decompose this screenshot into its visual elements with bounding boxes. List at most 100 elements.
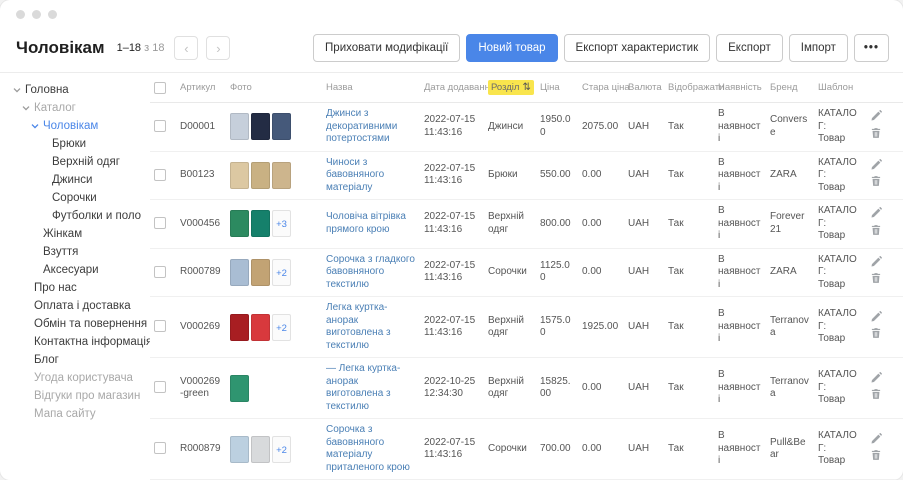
export-button[interactable]: Експорт <box>716 34 783 62</box>
product-name-link[interactable]: — Легка куртка-анорак виготовлена з текс… <box>326 363 400 412</box>
new-product-button[interactable]: Новий товар <box>466 34 557 62</box>
delete-icon[interactable] <box>870 175 882 192</box>
more-photos-badge[interactable]: +3 <box>272 210 291 237</box>
window-dot-icon[interactable] <box>16 10 25 19</box>
product-photo[interactable] <box>230 162 249 189</box>
row-checkbox[interactable] <box>154 169 166 181</box>
sidebar-list: ГоловнаКаталогЧоловікамБрюкиВерхній одяг… <box>8 81 150 423</box>
delete-icon[interactable] <box>870 449 882 466</box>
edit-icon[interactable] <box>870 207 882 224</box>
sidebar-item-holovna[interactable]: Головна <box>8 81 150 99</box>
sidebar-item-verkhnii-odiah[interactable]: Верхній одяг <box>8 153 150 171</box>
product-photo[interactable] <box>230 375 249 402</box>
product-photo[interactable] <box>251 436 270 463</box>
sidebar-item-futbolky-i-polo[interactable]: Футболки и поло <box>8 207 150 225</box>
more-photos-badge[interactable]: +2 <box>272 314 291 341</box>
delete-icon[interactable] <box>870 272 882 289</box>
chevron-down-icon[interactable] <box>30 122 40 130</box>
delete-icon[interactable] <box>870 388 882 405</box>
product-photo[interactable] <box>230 314 249 341</box>
product-name-link[interactable]: Чиноси з бавовняного матеріалу <box>326 157 384 193</box>
product-name-link[interactable]: Сорочка з гладкого бавовняного текстилю <box>326 254 415 290</box>
row-checkbox[interactable] <box>154 320 166 332</box>
next-page-button[interactable]: › <box>206 36 230 60</box>
product-photo[interactable] <box>251 259 270 286</box>
product-photo[interactable] <box>230 113 249 140</box>
sidebar-item-pro-nas[interactable]: Про нас <box>8 279 150 297</box>
sidebar-item-dzhynsy[interactable]: Джинси <box>8 171 150 189</box>
name-cell: Чоловіча вітрівка прямого крою <box>322 200 420 249</box>
hide-modifications-button[interactable]: Приховати модифікації <box>313 34 460 62</box>
product-photo[interactable] <box>230 259 249 286</box>
window-dot-icon[interactable] <box>48 10 57 19</box>
sidebar-item-vzuttia[interactable]: Взуття <box>8 243 150 261</box>
row-checkbox[interactable] <box>154 266 166 278</box>
product-photo[interactable] <box>272 113 291 140</box>
product-name-link[interactable]: Легка куртка-анорак виготовлена з тексти… <box>326 302 391 351</box>
delete-icon[interactable] <box>870 327 882 344</box>
edit-icon[interactable] <box>870 311 882 328</box>
more-photos-badge[interactable]: +2 <box>272 259 291 286</box>
sidebar-item-briuky[interactable]: Брюки <box>8 135 150 153</box>
sidebar-item-vidhuky-pro-mahazyn[interactable]: Відгуки про магазин <box>8 387 150 405</box>
sidebar-item-sorochky[interactable]: Сорочки <box>8 189 150 207</box>
product-name-link[interactable]: Джинси з декоративними потертостями <box>326 108 397 144</box>
sidebar-item-mapa-saitu[interactable]: Мапа сайту <box>8 405 150 423</box>
select-all-checkbox[interactable] <box>154 82 166 94</box>
price-cell: 550.00 <box>536 151 578 200</box>
edit-icon[interactable] <box>870 372 882 389</box>
product-photo[interactable] <box>251 113 270 140</box>
product-name-link[interactable]: Сорочка з бавовняного матеріалу притален… <box>326 424 410 473</box>
more-actions-button[interactable]: ••• <box>854 34 889 62</box>
sidebar-item-cholovikam[interactable]: Чоловікам <box>8 117 150 135</box>
product-name-link[interactable]: Чоловіча вітрівка прямого крою <box>326 211 406 235</box>
chevron-down-icon[interactable] <box>21 104 31 112</box>
product-table: АртикулФотоНазваДата додаванняРозділ⇅Цін… <box>150 73 903 480</box>
product-photo[interactable] <box>251 210 270 237</box>
edit-icon[interactable] <box>870 433 882 450</box>
sidebar-item-oplata-i-dostavka[interactable]: Оплата і доставка <box>8 297 150 315</box>
more-photos-badge[interactable]: +2 <box>272 436 291 463</box>
actions-cell <box>866 358 903 419</box>
chevron-down-icon[interactable] <box>12 86 22 94</box>
pagination: 1–18 з 18 <box>117 42 165 54</box>
availability-cell: В наявності <box>714 419 766 480</box>
product-photo[interactable] <box>272 162 291 189</box>
product-photo[interactable] <box>230 210 249 237</box>
edit-icon[interactable] <box>870 256 882 273</box>
prev-page-button[interactable]: ‹ <box>174 36 198 60</box>
edit-icon[interactable] <box>870 159 882 176</box>
delete-icon[interactable] <box>870 224 882 241</box>
row-checkbox[interactable] <box>154 381 166 393</box>
section-cell: Верхній одяг <box>484 358 536 419</box>
row-checkbox[interactable] <box>154 120 166 132</box>
sidebar-item-kataloh[interactable]: Каталог <box>8 99 150 117</box>
product-photo[interactable] <box>251 162 270 189</box>
product-photo[interactable] <box>251 314 270 341</box>
template-cell: КАТАЛОГ:Товар <box>814 200 866 249</box>
product-photo[interactable] <box>230 436 249 463</box>
sidebar-item-obmin-ta-povernennia[interactable]: Обмін та повернення <box>8 315 150 333</box>
availability-cell: В наявності <box>714 297 766 358</box>
sidebar-item-label: Контактна інформація <box>34 336 150 348</box>
column-header-section[interactable]: Розділ⇅ <box>484 73 536 103</box>
sort-icon[interactable]: ⇅ <box>522 82 530 93</box>
row-checkbox[interactable] <box>154 217 166 229</box>
sidebar-item-zhinkam[interactable]: Жінкам <box>8 225 150 243</box>
price-cell: 1950.00 <box>536 103 578 152</box>
row-checkbox[interactable] <box>154 442 166 454</box>
price-cell: 1125.00 <box>536 248 578 297</box>
export-characteristics-button[interactable]: Експорт характеристик <box>564 34 711 62</box>
edit-icon[interactable] <box>870 110 882 127</box>
old-price-cell: 0.00 <box>578 200 624 249</box>
window-dot-icon[interactable] <box>32 10 41 19</box>
sidebar-item-aksesuary[interactable]: Аксесуари <box>8 261 150 279</box>
sidebar-item-label: Про нас <box>34 282 77 294</box>
product-row: V000456+3Чоловіча вітрівка прямого крою2… <box>150 200 903 249</box>
sidebar-item-kontaktna-informatsiia[interactable]: Контактна інформація <box>8 333 150 351</box>
delete-icon[interactable] <box>870 127 882 144</box>
sidebar-item-uhoda-korystuvacha[interactable]: Угода користувача <box>8 369 150 387</box>
availability-cell: В наявності <box>714 200 766 249</box>
sidebar-item-bloh[interactable]: Блог <box>8 351 150 369</box>
import-button[interactable]: Імпорт <box>789 34 848 62</box>
